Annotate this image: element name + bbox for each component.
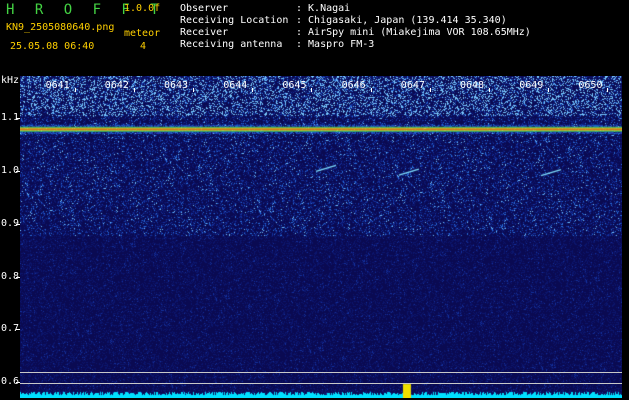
info-value-receiver: : AirSpy mini (Miakejima VOR 108.65MHz) — [296, 27, 531, 38]
reference-line — [20, 383, 622, 385]
y-tick-mark — [16, 276, 20, 278]
x-tick-mark — [429, 88, 431, 92]
timestamp: 25.05.08 06:40 — [10, 41, 95, 52]
x-tick-label: 0641 — [45, 80, 70, 91]
y-tick-mark — [16, 118, 20, 120]
file-name: KN9_2505080640.png — [6, 22, 115, 33]
x-tick-mark — [370, 88, 372, 92]
x-tick-mark — [193, 88, 194, 92]
x-tick-label: 0649 — [519, 80, 544, 91]
x-tick-mark — [133, 88, 135, 92]
x-tick-label: 0646 — [341, 80, 366, 91]
info-key-location: Receiving Location — [180, 15, 289, 26]
info-key-observer: Observer — [180, 3, 229, 14]
x-tick-mark — [548, 88, 550, 92]
x-tick-mark — [252, 88, 254, 92]
x-tick-label: 0645 — [282, 80, 307, 91]
x-tick-mark — [74, 88, 76, 92]
mode-label: meteor — [124, 28, 161, 39]
spectrogram-plot — [20, 76, 622, 398]
x-tick-label: 0650 — [578, 80, 603, 91]
x-tick-label: 0647 — [400, 80, 425, 91]
x-tick-mark — [311, 88, 313, 92]
info-value-antenna: : Maspro FM-3 — [296, 39, 375, 50]
version-label: 1.0.0f — [124, 3, 161, 14]
x-tick-label: 0644 — [223, 80, 248, 91]
mode-value: 4 — [140, 41, 147, 52]
spectrogram-canvas — [20, 76, 622, 398]
info-key-antenna: Receiving antenna — [180, 39, 283, 50]
reference-line — [20, 371, 622, 373]
y-tick-mark — [16, 329, 20, 331]
info-key-receiver: Receiver — [180, 27, 229, 38]
y-tick-mark — [16, 171, 20, 173]
y-axis-label: kHz — [1, 75, 20, 86]
x-tick-label: 0648 — [460, 80, 485, 91]
x-tick-label: 0643 — [164, 80, 189, 91]
info-value-observer: : K.Nagai — [296, 3, 351, 14]
info-value-location: : Chigasaki, Japan (139.414 35.340) — [296, 15, 507, 26]
y-tick-mark — [16, 223, 20, 225]
x-tick-label: 0642 — [104, 80, 129, 91]
x-tick-mark — [489, 88, 490, 92]
x-tick-mark — [607, 88, 609, 92]
